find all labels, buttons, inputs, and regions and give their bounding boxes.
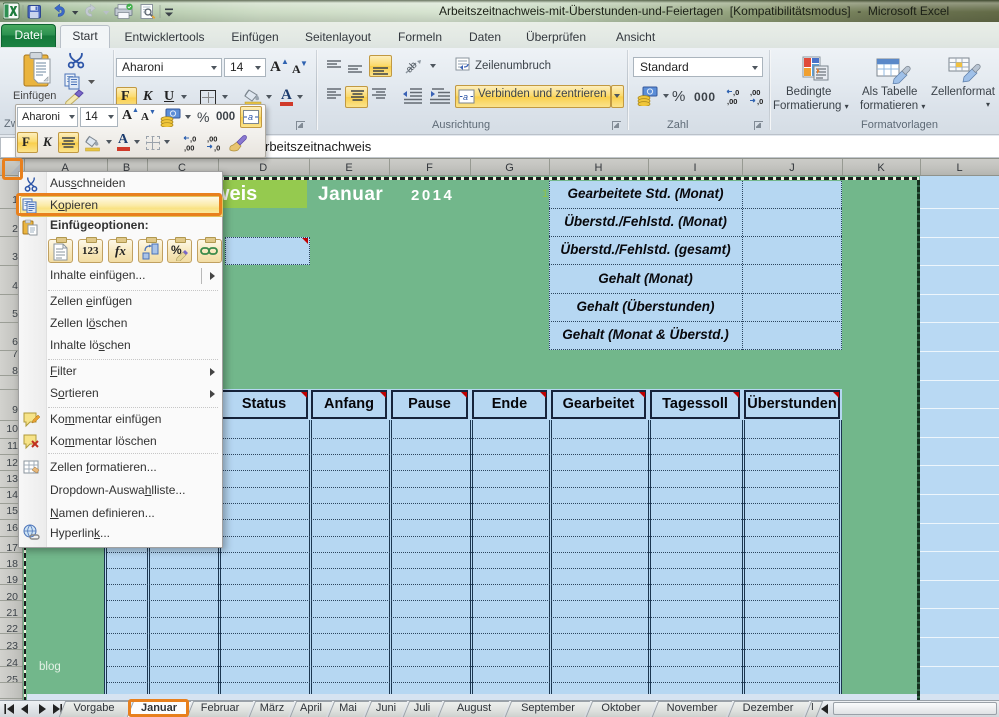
svg-text:,00: ,00: [727, 97, 737, 106]
svg-text:,0: ,0: [214, 144, 220, 153]
svg-text:,0: ,0: [190, 135, 196, 144]
svg-text:a: a: [463, 92, 468, 102]
svg-text:,00: ,00: [184, 144, 194, 153]
svg-text:,00: ,00: [207, 135, 217, 144]
svg-text:,00: ,00: [750, 88, 760, 97]
svg-text:,0: ,0: [757, 97, 763, 106]
svg-text:a: a: [248, 112, 253, 122]
svg-text:,0: ,0: [733, 88, 739, 97]
